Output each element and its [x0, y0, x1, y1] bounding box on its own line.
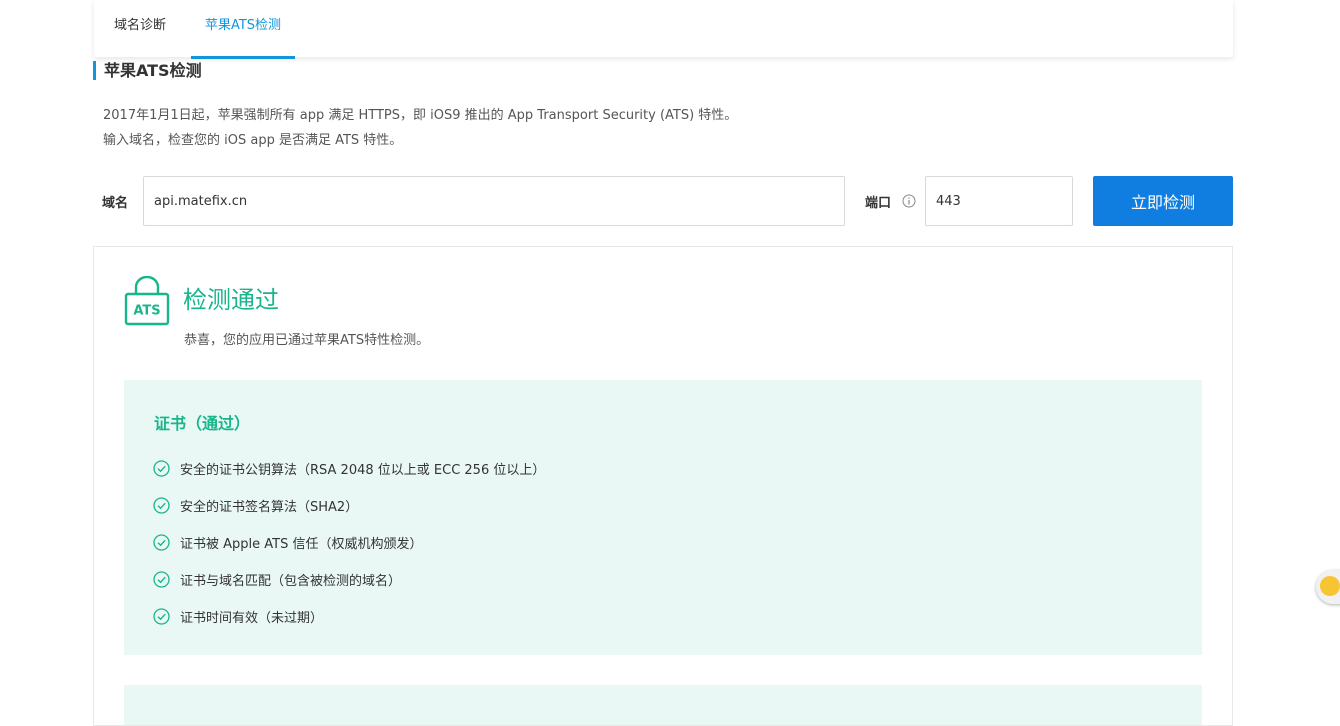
check-item-label: 证书时间有效（未过期）	[180, 610, 324, 626]
tab-domain-diagnosis[interactable]: 域名诊断	[114, 0, 174, 59]
info-circle-icon[interactable]	[902, 194, 916, 208]
port-input[interactable]	[925, 176, 1073, 226]
check-item: 安全的证书公钥算法（RSA 2048 位以上或 ECC 256 位以上）	[153, 459, 546, 478]
check-circle-icon	[153, 533, 170, 551]
check-item: 安全的证书签名算法（SHA2）	[153, 496, 359, 515]
check-item: 证书时间有效（未过期）	[153, 607, 324, 626]
check-circle-icon	[153, 570, 170, 588]
description-line-2: 输入域名，检查您的 iOS app 是否满足 ATS 特性。	[103, 133, 403, 148]
check-circle-icon	[153, 496, 170, 514]
domain-label: 域名	[102, 196, 129, 211]
port-label: 端口	[865, 196, 892, 211]
result-title: 检测通过	[183, 286, 279, 314]
floating-widget[interactable]	[1316, 570, 1340, 604]
description-line-1: 2017年1月1日起，苹果强制所有 app 满足 HTTPS，即 iOS9 推出…	[103, 108, 738, 123]
certificate-title: 证书（通过）	[154, 414, 251, 433]
check-item: 证书与域名匹配（包含被检测的域名）	[153, 570, 402, 589]
check-circle-icon	[153, 459, 170, 477]
ats-lock-icon: ATS	[124, 276, 170, 326]
ats-icon-label: ATS	[133, 304, 160, 319]
check-now-button[interactable]: 立即检测	[1093, 176, 1233, 226]
page-title: 苹果ATS检测	[93, 61, 202, 80]
result-subtitle: 恭喜，您的应用已通过苹果ATS特性检测。	[184, 333, 430, 348]
tab-bar: 域名诊断 苹果ATS检测	[94, 0, 1233, 59]
floating-widget-icon	[1320, 576, 1340, 596]
check-item-label: 安全的证书签名算法（SHA2）	[180, 499, 359, 515]
next-section	[124, 685, 1202, 725]
domain-input[interactable]	[143, 176, 845, 226]
tab-ats-check[interactable]: 苹果ATS检测	[191, 0, 295, 59]
check-item-label: 证书被 Apple ATS 信任（权威机构颁发）	[180, 536, 423, 552]
check-item: 证书被 Apple ATS 信任（权威机构颁发）	[153, 533, 423, 552]
check-item-label: 安全的证书公钥算法（RSA 2048 位以上或 ECC 256 位以上）	[180, 462, 546, 478]
check-item-label: 证书与域名匹配（包含被检测的域名）	[180, 573, 402, 589]
check-circle-icon	[153, 607, 170, 625]
